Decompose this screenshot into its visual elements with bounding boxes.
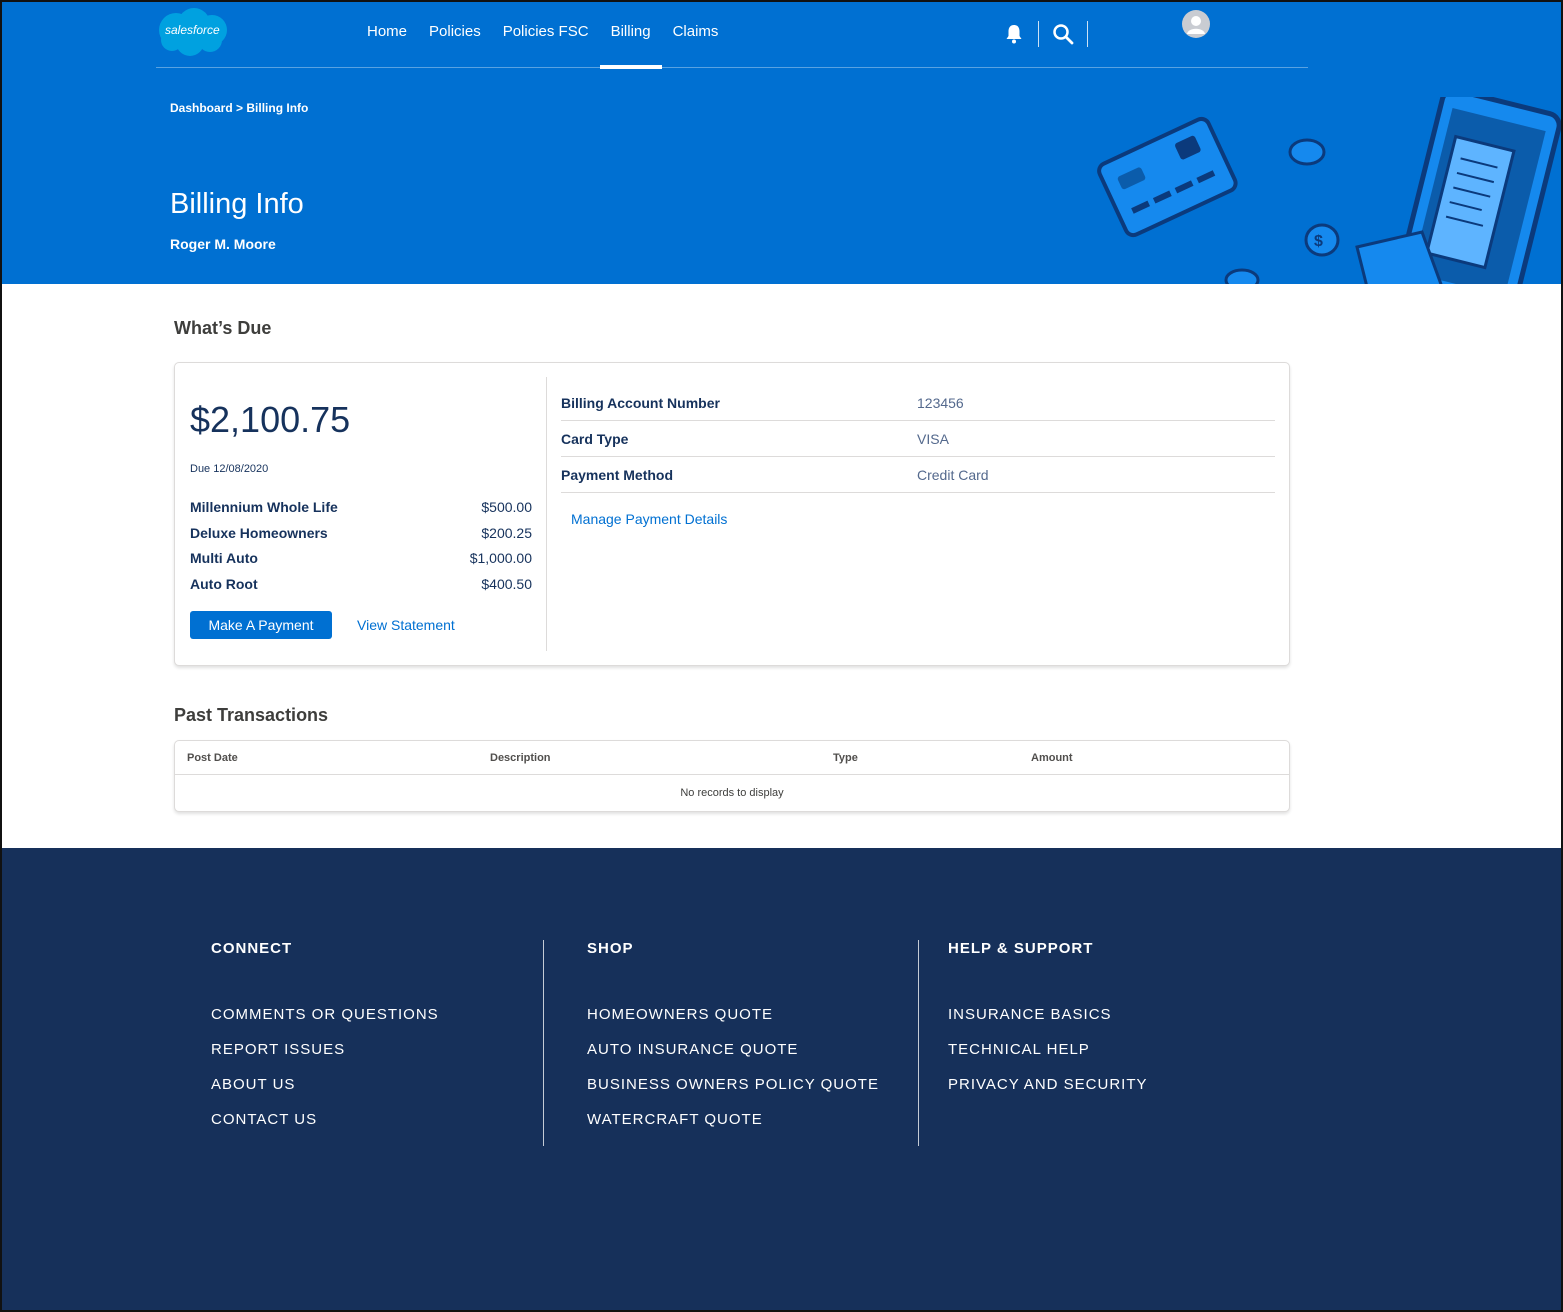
search-icon[interactable] <box>1051 22 1075 46</box>
footer-heading: HELP & SUPPORT <box>948 940 1094 957</box>
detail-row: Card Type VISA <box>561 421 1275 457</box>
detail-label: Billing Account Number <box>561 394 720 411</box>
footer-link[interactable]: INSURANCE BASICS <box>948 1006 1278 1041</box>
footer-link[interactable]: TECHNICAL HELP <box>948 1041 1278 1076</box>
make-payment-button[interactable]: Make A Payment <box>190 611 332 639</box>
due-date: Due 12/08/2020 <box>190 463 269 475</box>
bell-icon[interactable] <box>1002 22 1026 46</box>
footer-link[interactable]: CONTACT US <box>211 1111 541 1146</box>
footer-heading: CONNECT <box>211 940 293 957</box>
policy-name: Millennium Whole Life <box>190 499 338 515</box>
footer-link[interactable]: REPORT ISSUES <box>211 1041 541 1076</box>
policy-amount: $1,000.00 <box>469 550 532 566</box>
past-transactions-heading: Past Transactions <box>174 705 329 725</box>
nav-item-billing[interactable]: Billing <box>599 2 662 69</box>
list-item: Multi Auto $1,000.00 <box>190 550 532 576</box>
page-footer: CONNECT COMMENTS OR QUESTIONS REPORT ISS… <box>2 848 1561 1310</box>
nav-menu: Home Policies Policies FSC Billing Claim… <box>356 2 730 69</box>
breadcrumb-dashboard[interactable]: Dashboard <box>170 101 233 115</box>
top-navigation: salesforce Home Policies Policies FSC Bi… <box>156 2 1308 69</box>
whats-due-card: $2,100.75 Due 12/08/2020 Millennium Whol… <box>174 362 1290 666</box>
list-item: Deluxe Homeowners $200.25 <box>190 525 532 551</box>
policy-amount: $500.00 <box>481 499 532 515</box>
view-statement-link[interactable]: View Statement <box>357 617 455 633</box>
manage-payment-details-link[interactable]: Manage Payment Details <box>571 511 727 527</box>
footer-link[interactable]: HOMEOWNERS QUOTE <box>587 1006 918 1041</box>
page-header: salesforce Home Policies Policies FSC Bi… <box>2 2 1561 284</box>
detail-value: Credit Card <box>917 466 989 483</box>
table-header: Post Date Description Type Amount <box>175 741 1289 775</box>
svg-text:$: $ <box>1314 233 1323 250</box>
transactions-table: Post Date Description Type Amount No rec… <box>174 740 1290 812</box>
footer-column-help: HELP & SUPPORT INSURANCE BASICS TECHNICA… <box>918 940 1278 1146</box>
footer-link[interactable]: AUTO INSURANCE QUOTE <box>587 1041 918 1076</box>
detail-label: Card Type <box>561 430 629 447</box>
page-title: Billing Info <box>170 188 304 220</box>
list-item: Auto Root $400.50 <box>190 576 532 602</box>
salesforce-logo[interactable]: salesforce <box>156 6 230 58</box>
column-header-type[interactable]: Type <box>833 752 858 764</box>
policy-amount: $400.50 <box>481 575 532 592</box>
footer-link[interactable]: WATERCRAFT QUOTE <box>587 1111 918 1146</box>
billing-details: Billing Account Number 123456 Card Type … <box>561 385 1275 493</box>
policy-charges: Millennium Whole Life $500.00 Deluxe Hom… <box>190 499 532 601</box>
policy-name: Auto Root <box>190 575 258 592</box>
footer-heading: SHOP <box>587 940 634 957</box>
nav-item-policies[interactable]: Policies <box>418 2 492 68</box>
user-avatar-icon[interactable] <box>1182 10 1210 38</box>
column-header-post-date[interactable]: Post Date <box>187 752 238 764</box>
detail-value: 123456 <box>917 394 964 411</box>
nav-item-home[interactable]: Home <box>356 2 418 68</box>
customer-name: Roger M. Moore <box>170 236 276 252</box>
breadcrumb-separator: > <box>236 101 244 115</box>
breadcrumb: Dashboard > Billing Info <box>170 101 308 115</box>
column-header-description[interactable]: Description <box>490 752 551 764</box>
detail-label: Payment Method <box>561 466 674 483</box>
billing-illustration-icon: $ <box>1092 87 1561 284</box>
nav-utilities <box>1002 20 1100 48</box>
column-header-amount[interactable]: Amount <box>1031 752 1073 764</box>
detail-row: Payment Method Credit Card <box>561 457 1275 493</box>
footer-column-connect: CONNECT COMMENTS OR QUESTIONS REPORT ISS… <box>211 940 541 1146</box>
detail-row: Billing Account Number 123456 <box>561 385 1275 421</box>
footer-link[interactable]: ABOUT US <box>211 1076 541 1111</box>
nav-item-claims[interactable]: Claims <box>662 2 730 68</box>
footer-link[interactable]: BUSINESS OWNERS POLICY QUOTE <box>587 1076 918 1111</box>
list-item: Millennium Whole Life $500.00 <box>190 499 532 525</box>
breadcrumb-current: Billing Info <box>246 101 309 115</box>
footer-link[interactable]: PRIVACY AND SECURITY <box>948 1076 1278 1111</box>
footer-column-shop: SHOP HOMEOWNERS QUOTE AUTO INSURANCE QUO… <box>543 940 918 1146</box>
amount-due-panel: $2,100.75 Due 12/08/2020 Millennium Whol… <box>175 377 547 651</box>
nav-divider <box>1038 21 1039 47</box>
footer-link[interactable]: COMMENTS OR QUESTIONS <box>211 1006 541 1041</box>
policy-name: Multi Auto <box>190 550 258 566</box>
nav-divider <box>1087 21 1088 47</box>
empty-state-message: No records to display <box>680 787 784 799</box>
amount-due: $2,100.75 <box>190 399 351 440</box>
policy-name: Deluxe Homeowners <box>190 524 328 541</box>
policy-amount: $200.25 <box>481 524 532 541</box>
nav-item-policies-fsc[interactable]: Policies FSC <box>492 2 600 68</box>
whats-due-heading: What’s Due <box>174 318 272 338</box>
logo-text: salesforce <box>165 23 220 37</box>
detail-value: VISA <box>917 430 949 447</box>
